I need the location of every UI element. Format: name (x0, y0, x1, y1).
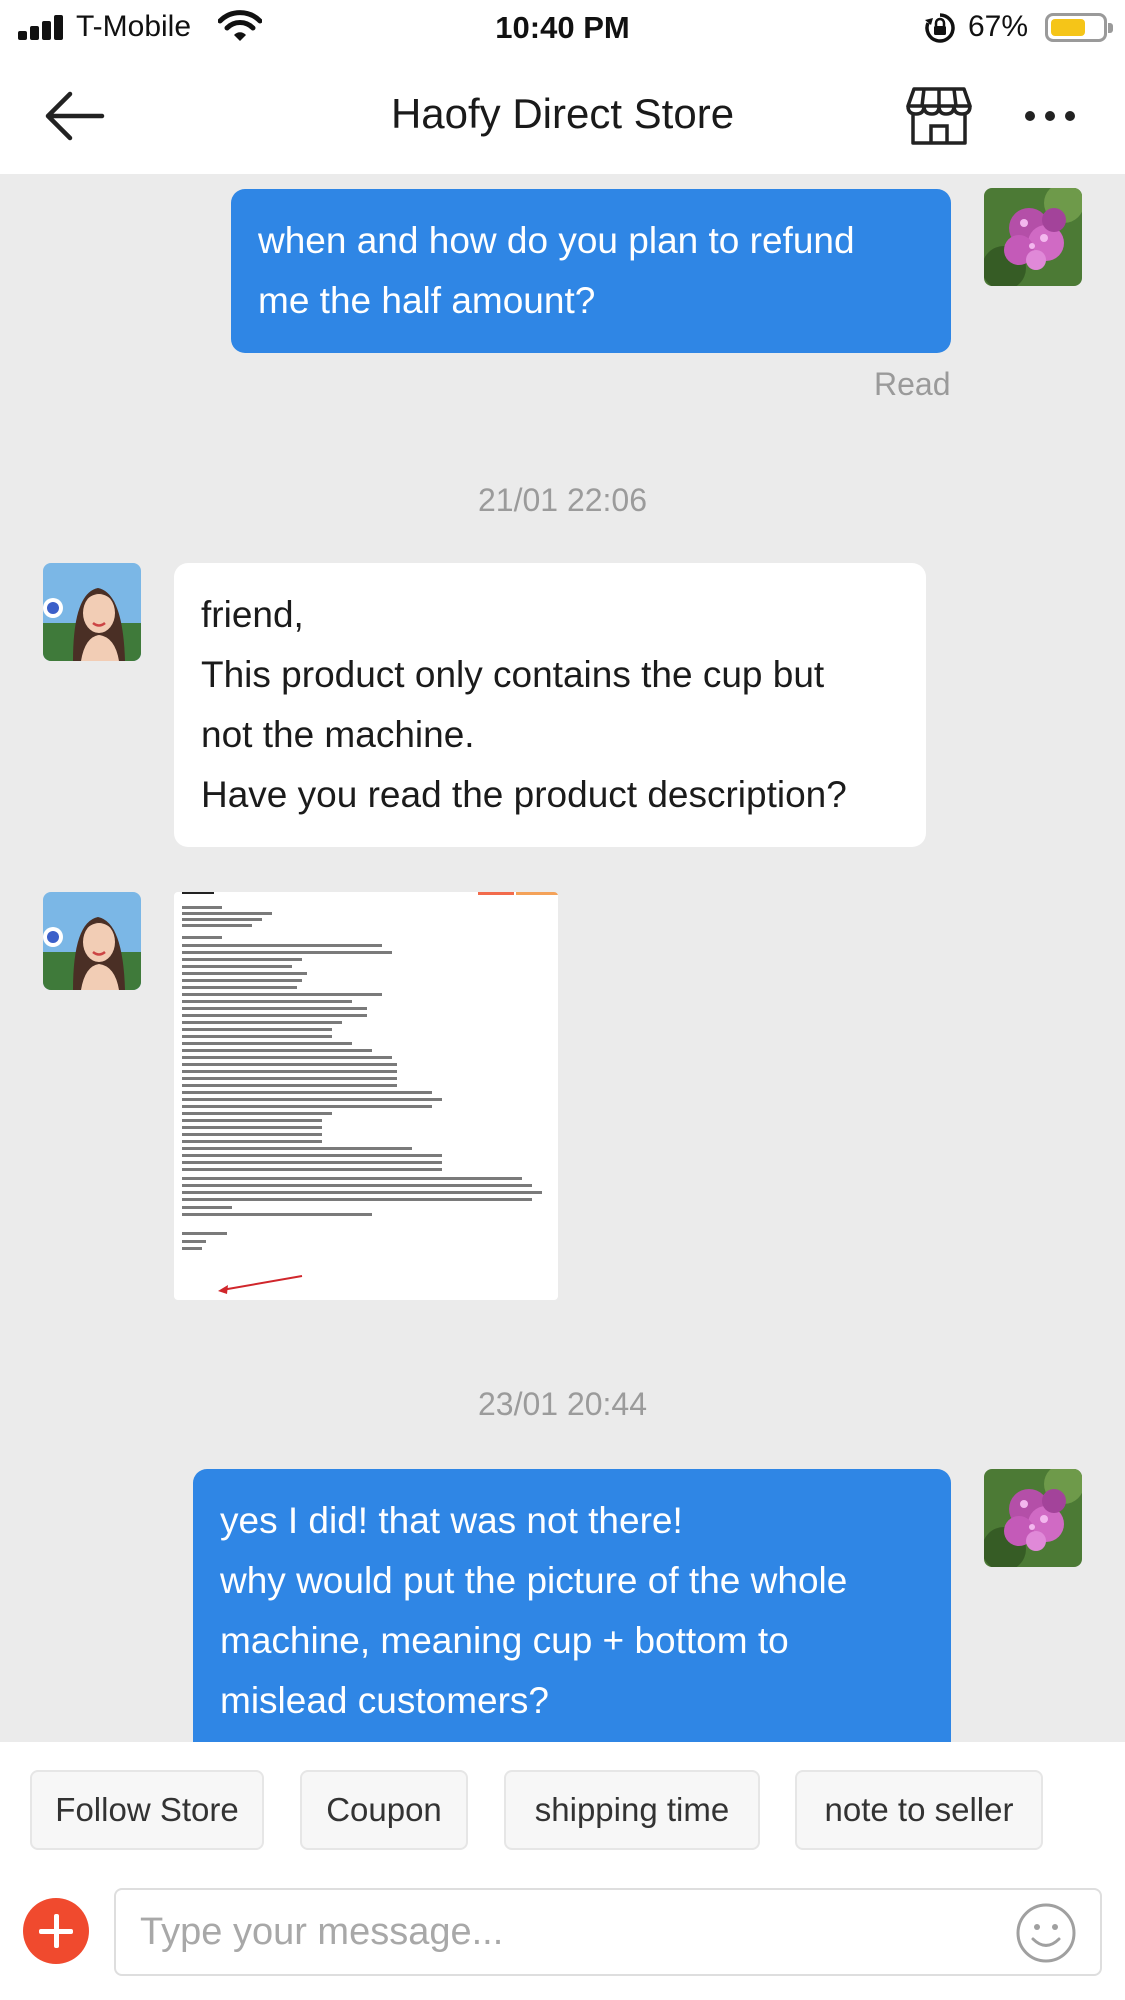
battery-level-fill (1051, 19, 1085, 36)
image-text-line (182, 1091, 432, 1094)
image-text-line (182, 1014, 367, 1017)
image-text-line (182, 1168, 442, 1171)
smiley-icon[interactable] (1015, 1902, 1077, 1964)
image-text-line (182, 1232, 227, 1235)
message-line: machine, meaning cup + bottom to (220, 1620, 789, 1661)
chat-history[interactable]: when and how do you plan to refund me th… (0, 174, 1125, 1742)
flower-photo (984, 188, 1082, 286)
status-bar: T-Mobile 10:40 PM 67% (0, 0, 1125, 58)
incoming-message[interactable]: friend, This product only contains the c… (174, 563, 926, 847)
outgoing-message[interactable]: yes I did! that was not there! why would… (193, 1469, 951, 1742)
image-text-line (182, 1070, 397, 1073)
rotation-lock-icon (925, 13, 955, 43)
message-line: This product only contains the cup but (201, 654, 825, 695)
image-text-line (182, 972, 307, 975)
image-text-line (182, 1247, 202, 1250)
image-text-line (182, 1105, 432, 1108)
image-text-line (182, 936, 222, 939)
image-text-line (182, 986, 297, 989)
image-text-line (182, 1191, 542, 1194)
message-composer (0, 1862, 1125, 2000)
message-timestamp: 23/01 20:44 (477, 1386, 648, 1422)
image-text-line (182, 1119, 322, 1122)
message-line: yes I did! that was not there! (220, 1500, 683, 1541)
image-text-line (182, 1035, 332, 1038)
image-text-line (182, 1112, 332, 1115)
flower-photo (984, 1469, 1082, 1567)
my-avatar[interactable] (984, 1469, 1082, 1567)
status-time: 10:40 PM (495, 10, 630, 45)
quick-reply-follow-store[interactable]: Follow Store (30, 1770, 264, 1850)
quick-reply-bar: Follow Store Coupon shipping time note t… (0, 1742, 1125, 1862)
image-text-line (182, 1198, 532, 1201)
quick-reply-coupon[interactable]: Coupon (300, 1770, 468, 1850)
image-text-line (182, 993, 382, 996)
image-text-line (182, 924, 252, 927)
image-text-line (182, 979, 302, 982)
read-receipt: Read (874, 366, 951, 402)
message-line: why would put the picture of the whole (220, 1560, 848, 1601)
seller-photo (43, 892, 141, 990)
image-text-line (182, 918, 262, 921)
image-text-line (182, 1140, 322, 1143)
seller-photo (43, 563, 141, 661)
image-text-line (182, 1042, 352, 1045)
image-text-line (182, 1133, 322, 1136)
image-text-line (182, 1154, 442, 1157)
image-text-line (182, 1049, 372, 1052)
image-text-line (182, 1098, 442, 1101)
image-text-line (182, 958, 302, 961)
image-text-line (182, 1126, 322, 1129)
image-text-line (182, 951, 392, 954)
message-line: Have you read the product description? (201, 774, 847, 815)
image-text-line (182, 1084, 397, 1087)
red-arrow-annotation (218, 1275, 303, 1294)
image-text-line (182, 1213, 372, 1216)
store-icon[interactable] (906, 86, 972, 146)
message-line: me the half amount? (258, 280, 596, 321)
image-text-line (182, 1028, 332, 1031)
message-timestamp: 21/01 22:06 (477, 482, 648, 518)
image-text-line (182, 965, 292, 968)
image-text-line (182, 1000, 352, 1003)
message-input[interactable] (114, 1888, 1102, 1976)
image-text-line (182, 1021, 342, 1024)
more-dots-icon[interactable] (1020, 96, 1080, 136)
image-text-line (182, 1007, 367, 1010)
image-text-line (182, 1147, 412, 1150)
message-line: mislead customers? (220, 1680, 550, 1721)
message-line: not the machine. (201, 714, 475, 755)
seller-avatar[interactable] (43, 892, 141, 990)
quick-reply-note-to-seller[interactable]: note to seller (795, 1770, 1043, 1850)
image-text-line (182, 906, 222, 909)
image-text-line (182, 1206, 232, 1209)
my-avatar[interactable] (984, 188, 1082, 286)
plus-icon[interactable] (23, 1898, 89, 1964)
image-text-line (182, 1161, 442, 1164)
image-text-line (182, 1184, 532, 1187)
product-description-image[interactable] (174, 892, 558, 1300)
battery-percentage: 67% (968, 10, 1029, 43)
image-text-line (182, 1077, 397, 1080)
image-text-line (182, 1177, 522, 1180)
image-text-line (182, 912, 272, 915)
image-text-line (182, 944, 382, 947)
quick-reply-shipping-time[interactable]: shipping time (504, 1770, 760, 1850)
outgoing-message[interactable]: when and how do you plan to refund me th… (231, 189, 951, 353)
image-text-line (182, 1056, 392, 1059)
image-text-line (182, 1063, 397, 1066)
message-line: when and how do you plan to refund (258, 220, 855, 261)
image-text-line (182, 1240, 206, 1243)
seller-avatar[interactable] (43, 563, 141, 661)
battery-icon (1045, 13, 1113, 42)
chat-header: Haofy Direct Store (0, 58, 1125, 174)
message-line: friend, (201, 594, 304, 635)
